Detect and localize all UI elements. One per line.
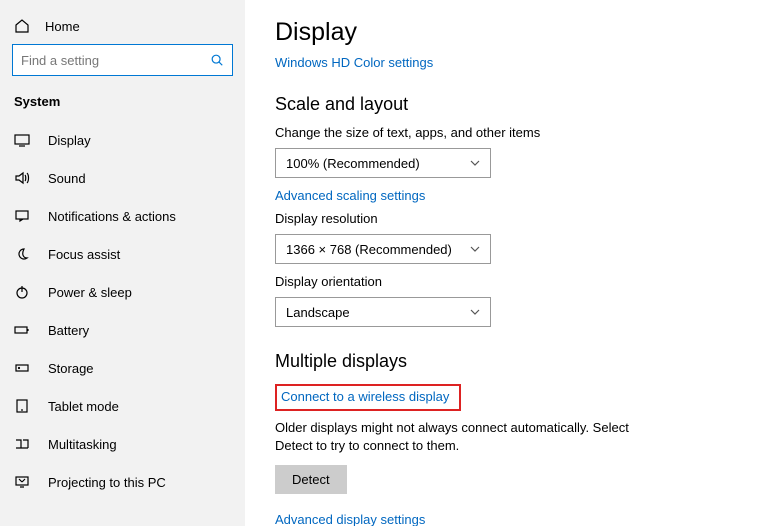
sidebar-item-label: Projecting to this PC	[48, 475, 166, 490]
sidebar-item-focus[interactable]: Focus assist	[0, 235, 245, 273]
tablet-icon	[14, 398, 30, 414]
home-label: Home	[45, 19, 80, 34]
sidebar-item-multitasking[interactable]: Multitasking	[0, 425, 245, 463]
scale-select[interactable]: 100% (Recommended)	[275, 148, 491, 178]
highlight-box: Connect to a wireless display	[275, 384, 461, 411]
sidebar-item-tablet[interactable]: Tablet mode	[0, 387, 245, 425]
home-link[interactable]: Home	[0, 12, 245, 44]
sound-icon	[14, 170, 30, 186]
sidebar: Home System Display Sound Notifications …	[0, 0, 245, 526]
detect-note: Older displays might not always connect …	[275, 419, 655, 455]
sidebar-item-sound[interactable]: Sound	[0, 159, 245, 197]
battery-icon	[14, 322, 30, 338]
scale-heading: Scale and layout	[275, 94, 738, 115]
sidebar-item-label: Notifications & actions	[48, 209, 176, 224]
sidebar-item-notifications[interactable]: Notifications & actions	[0, 197, 245, 235]
search-field[interactable]	[21, 53, 210, 68]
page-title: Display	[275, 18, 738, 47]
orientation-select[interactable]: Landscape	[275, 297, 491, 327]
multiple-heading: Multiple displays	[275, 351, 738, 372]
size-label: Change the size of text, apps, and other…	[275, 125, 738, 140]
chevron-down-icon	[470, 244, 480, 254]
resolution-value: 1366 × 768 (Recommended)	[286, 242, 452, 257]
home-icon	[14, 18, 30, 34]
sidebar-item-label: Battery	[48, 323, 89, 338]
sidebar-item-label: Focus assist	[48, 247, 120, 262]
connect-wireless-link[interactable]: Connect to a wireless display	[281, 389, 449, 404]
advanced-scaling-link[interactable]: Advanced scaling settings	[275, 188, 425, 203]
chevron-down-icon	[470, 307, 480, 317]
sidebar-item-label: Power & sleep	[48, 285, 132, 300]
advanced-display-link[interactable]: Advanced display settings	[275, 512, 425, 526]
focus-icon	[14, 246, 30, 262]
display-icon	[14, 132, 30, 148]
sidebar-item-storage[interactable]: Storage	[0, 349, 245, 387]
resolution-label: Display resolution	[275, 211, 738, 226]
sidebar-item-display[interactable]: Display	[0, 121, 245, 159]
sidebar-item-label: Sound	[48, 171, 86, 186]
sidebar-item-projecting[interactable]: Projecting to this PC	[0, 463, 245, 501]
storage-icon	[14, 360, 30, 376]
projecting-icon	[14, 474, 30, 490]
multitasking-icon	[14, 436, 30, 452]
sidebar-item-label: Storage	[48, 361, 94, 376]
orientation-value: Landscape	[286, 305, 350, 320]
sidebar-item-power[interactable]: Power & sleep	[0, 273, 245, 311]
main-content: Display Windows HD Color settings Scale …	[245, 0, 768, 526]
chevron-down-icon	[470, 158, 480, 168]
sidebar-item-label: Tablet mode	[48, 399, 119, 414]
hd-color-link[interactable]: Windows HD Color settings	[275, 55, 433, 70]
search-input[interactable]	[12, 44, 233, 76]
resolution-select[interactable]: 1366 × 768 (Recommended)	[275, 234, 491, 264]
sidebar-item-battery[interactable]: Battery	[0, 311, 245, 349]
orientation-label: Display orientation	[275, 274, 738, 289]
scale-value: 100% (Recommended)	[286, 156, 420, 171]
detect-button[interactable]: Detect	[275, 465, 347, 494]
search-icon	[210, 53, 224, 67]
section-title: System	[0, 88, 245, 121]
power-icon	[14, 284, 30, 300]
notifications-icon	[14, 208, 30, 224]
sidebar-item-label: Display	[48, 133, 91, 148]
sidebar-item-label: Multitasking	[48, 437, 117, 452]
